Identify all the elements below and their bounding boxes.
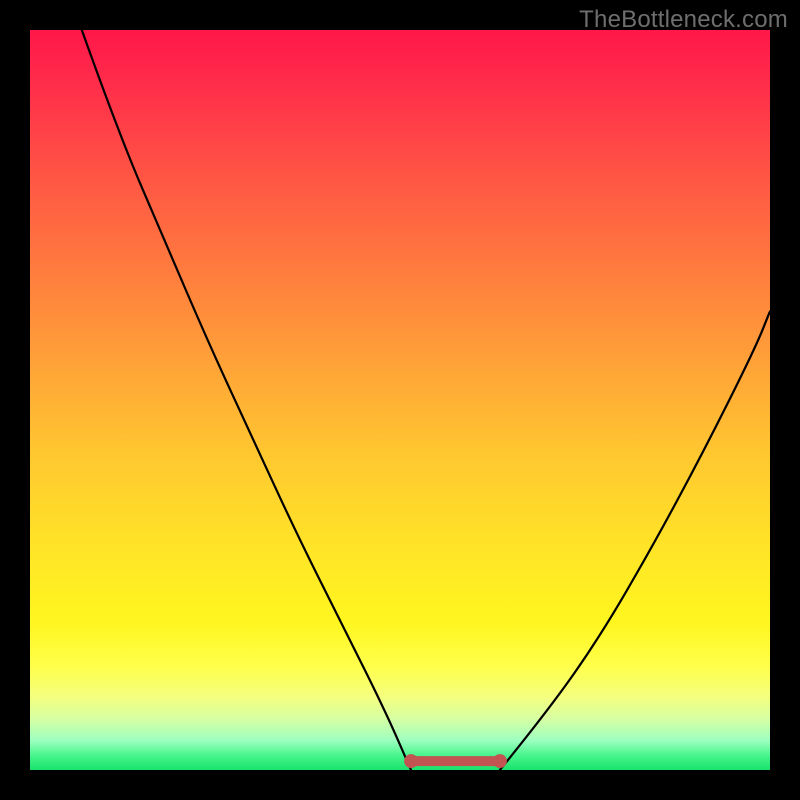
- left-curve: [82, 30, 411, 770]
- right-curve: [500, 311, 770, 770]
- chart-frame: TheBottleneck.com: [0, 0, 800, 800]
- plot-area: [30, 30, 770, 770]
- watermark-text: TheBottleneck.com: [579, 6, 788, 34]
- curve-layer: [30, 30, 770, 770]
- flat-start-dot: [404, 754, 418, 768]
- flat-end-dot: [493, 754, 507, 768]
